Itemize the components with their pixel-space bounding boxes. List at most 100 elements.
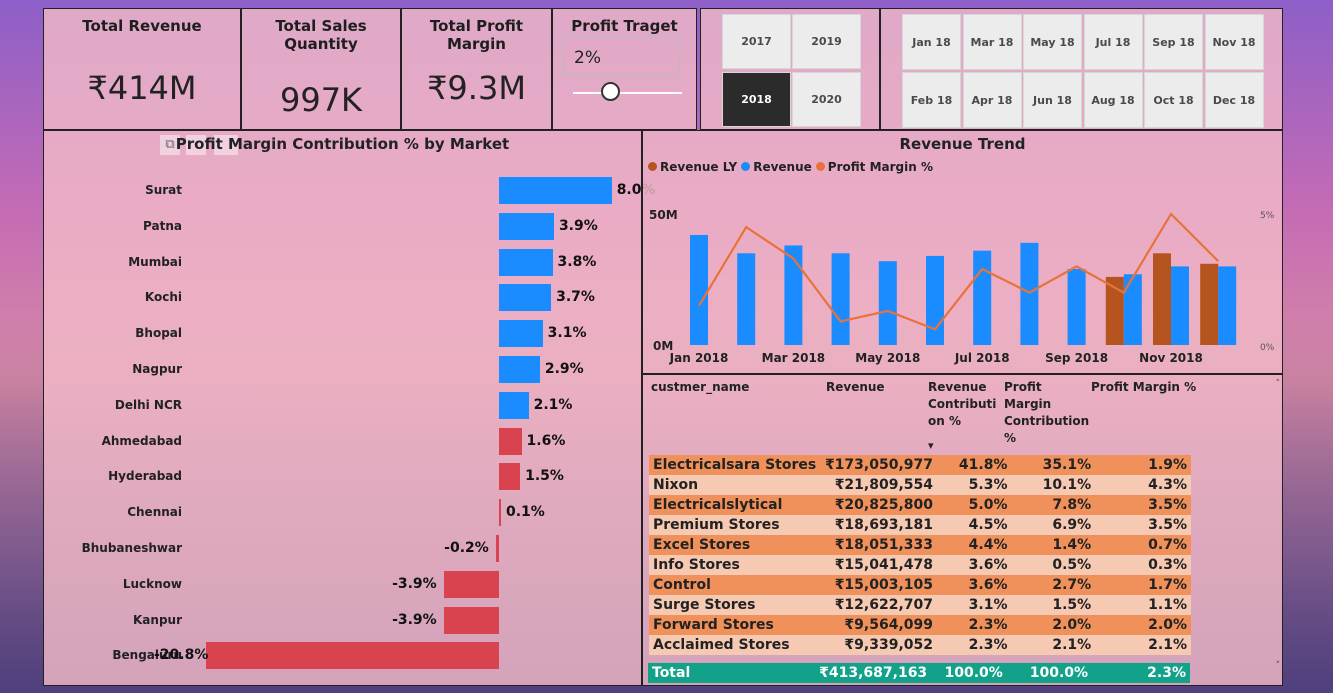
- table-row[interactable]: Surge Stores ₹12,622,707 3.1% 1.5% 1.1%: [649, 595, 1191, 615]
- market-value-label: -3.9%: [392, 575, 437, 592]
- market-bar[interactable]: [499, 391, 529, 419]
- month-button[interactable]: Aug 18: [1083, 72, 1143, 128]
- market-bar[interactable]: [499, 212, 554, 240]
- revenue-bar[interactable]: [784, 245, 803, 345]
- month-button[interactable]: Nov 18: [1204, 14, 1264, 70]
- month-button[interactable]: May 18: [1023, 14, 1082, 70]
- month-button[interactable]: Jan 18: [902, 14, 961, 70]
- month-button[interactable]: Sep 18: [1144, 14, 1203, 70]
- value-cell: ₹9,564,099: [820, 615, 937, 635]
- market-bar[interactable]: [444, 570, 499, 598]
- vertical-scrollbar[interactable]: [1273, 385, 1280, 679]
- month-button[interactable]: Jun 18: [1023, 72, 1082, 128]
- kpi-title: Total Revenue: [82, 17, 202, 35]
- market-bar[interactable]: [206, 642, 499, 670]
- month-button[interactable]: Feb 18: [902, 72, 961, 128]
- x-axis-tick-label: Nov 2018: [1139, 351, 1203, 365]
- market-bar[interactable]: [499, 284, 552, 312]
- value-cell: 0.7%: [1095, 535, 1191, 555]
- market-bar[interactable]: [499, 356, 540, 383]
- market-bar[interactable]: [499, 248, 553, 276]
- market-bar[interactable]: [499, 177, 612, 204]
- profit-target-slider-handle[interactable]: [601, 82, 620, 101]
- market-label: Hyderabad: [108, 469, 182, 484]
- table-row[interactable]: Premium Stores ₹18,693,181 4.5% 6.9% 3.5%: [649, 515, 1191, 535]
- month-button[interactable]: Mar 18: [962, 14, 1022, 70]
- revenue-bar[interactable]: [1020, 242, 1039, 345]
- market-label: Kanpur: [133, 612, 182, 627]
- revenue-bar[interactable]: [690, 234, 708, 345]
- market-value-label: 3.1%: [547, 325, 587, 342]
- market-value-label: 3.7%: [556, 289, 595, 306]
- revenue-bar[interactable]: [831, 253, 850, 345]
- year-button-2018[interactable]: 2018: [722, 72, 791, 127]
- month-button[interactable]: Jul 18: [1083, 14, 1143, 70]
- table-row[interactable]: Forward Stores ₹9,564,099 2.3% 2.0% 2.0%: [649, 615, 1191, 635]
- market-chart-panel: ⧉ Profit Margin Contribution % by Market…: [43, 130, 656, 686]
- table-row[interactable]: Acclaimed Stores ₹9,339,052 2.3% 2.1% 2.1%: [649, 635, 1191, 655]
- revenue-bar[interactable]: [737, 253, 756, 345]
- revenue-bar[interactable]: [973, 250, 992, 345]
- market-label: Kochi: [144, 290, 182, 305]
- month-button[interactable]: Dec 18: [1204, 72, 1264, 128]
- profit-target-input[interactable]: 2%: [563, 36, 680, 76]
- profit-target-value: 2%: [574, 48, 601, 68]
- x-axis-tick-label: Jul 2018: [954, 351, 1010, 365]
- year-button-2020[interactable]: 2020: [792, 72, 861, 127]
- revenue-bar[interactable]: [1123, 274, 1142, 345]
- kpi-value: 997K: [279, 81, 363, 119]
- header-customer-name[interactable]: custmer_name: [651, 379, 749, 396]
- market-bar[interactable]: [499, 463, 521, 491]
- revenue-ly-bar[interactable]: [1200, 263, 1219, 345]
- table-row[interactable]: Electricalslytical ₹20,825,800 5.0% 7.8% 3.5…: [649, 495, 1191, 515]
- total-value-cell: 100.0%: [931, 663, 1007, 683]
- x-axis-tick-label: Sep 2018: [1045, 351, 1108, 365]
- kpi-total-revenue: Total Revenue ₹414M: [43, 8, 241, 130]
- table-row[interactable]: Electricalsara Stores ₹173,050,977 41.8% 35…: [649, 455, 1191, 475]
- market-bar[interactable]: [499, 320, 543, 348]
- revenue-bar[interactable]: [1067, 269, 1086, 345]
- market-label: Surat: [145, 183, 182, 197]
- revenue-bar[interactable]: [1218, 266, 1237, 345]
- customer-name-cell: Acclaimed Stores: [649, 635, 821, 655]
- customer-name-cell: Excel Stores: [649, 535, 821, 555]
- legend-dot-icon: [648, 162, 657, 171]
- profit-target-slider-track[interactable]: [573, 92, 682, 94]
- total-row: Total ₹413,687,163 100.0% 100.0% 2.3%: [648, 663, 1190, 683]
- table-row[interactable]: Control ₹15,003,105 3.6% 2.7% 1.7%: [649, 575, 1191, 595]
- market-value-label: -0.2%: [444, 540, 489, 556]
- total-label-cell: Total: [648, 663, 816, 683]
- sort-descending-icon[interactable]: ▾: [928, 439, 934, 452]
- market-bar[interactable]: [499, 427, 522, 455]
- market-bar[interactable]: [496, 535, 499, 562]
- revenue-bar[interactable]: [1171, 266, 1189, 345]
- value-cell: ₹9,339,052: [820, 635, 937, 655]
- year-button-2019[interactable]: 2019: [792, 14, 861, 69]
- month-button[interactable]: Apr 18: [962, 72, 1022, 128]
- scroll-down-icon[interactable]: ˅: [1276, 661, 1281, 671]
- market-bar[interactable]: [499, 499, 501, 527]
- revenue-ly-bar[interactable]: [1153, 253, 1171, 345]
- scroll-up-icon[interactable]: ˄: [1276, 379, 1281, 389]
- market-label: Ahmedabad: [101, 433, 182, 448]
- month-button[interactable]: Oct 18: [1144, 72, 1203, 128]
- value-cell: 2.3%: [937, 635, 1012, 655]
- header-revenue[interactable]: Revenue: [826, 379, 885, 396]
- profit-target-card: Profit Traget 2%: [552, 8, 697, 130]
- table-row[interactable]: Info Stores ₹15,041,478 3.6% 0.5% 0.3%: [649, 555, 1191, 575]
- value-cell: ₹173,050,977: [820, 455, 937, 475]
- header-profit-margin[interactable]: Profit Margin %: [1091, 379, 1196, 396]
- customer-table: Electricalsara Stores ₹173,050,977 41.8% 35…: [649, 455, 1191, 655]
- revenue-bar[interactable]: [878, 261, 897, 345]
- table-row[interactable]: Nixon ₹21,809,554 5.3% 10.1% 4.3%: [649, 475, 1191, 495]
- revenue-bar[interactable]: [926, 255, 944, 345]
- value-cell: 4.3%: [1095, 475, 1191, 495]
- year-button-2017[interactable]: 2017: [722, 14, 791, 69]
- market-value-label: -20.8%: [154, 647, 209, 664]
- table-row[interactable]: Excel Stores ₹18,051,333 4.4% 1.4% 0.7%: [649, 535, 1191, 555]
- market-bar[interactable]: [444, 606, 499, 634]
- legend-dot-icon: [741, 162, 751, 171]
- header-revenue-contribution[interactable]: Revenue Contributi on %: [928, 379, 996, 430]
- header-profit-margin-contribution[interactable]: Profit Margin Contribution %: [1004, 379, 1089, 447]
- value-cell: 3.1%: [937, 595, 1012, 615]
